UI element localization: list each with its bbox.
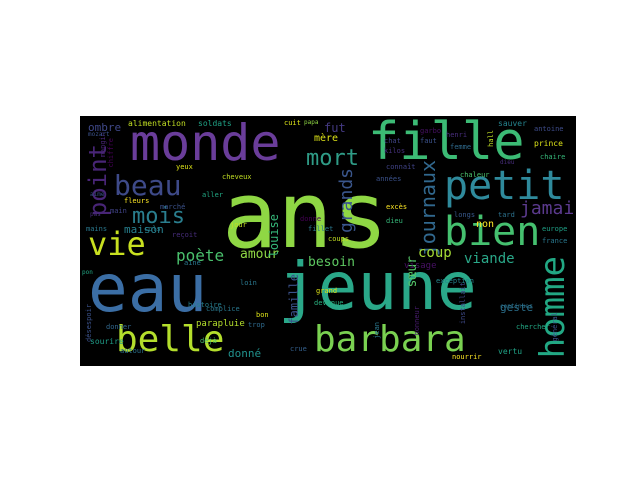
word-honneur: honneur [413, 306, 421, 336]
word-visage: visage [404, 261, 437, 271]
word-cheveux: cheveux [222, 173, 252, 181]
word-mort: mort [306, 146, 359, 171]
word-continuer: continuer [500, 303, 533, 310]
word-donne: donné [228, 347, 262, 360]
word-vertu: vertu [498, 347, 523, 356]
word-complice: complice [206, 305, 240, 313]
word-france: france [542, 237, 568, 245]
word-main: main [110, 207, 127, 215]
word-chaire: chaire [540, 153, 566, 161]
word-autour: autour [120, 347, 146, 355]
word-prince: prince [534, 139, 563, 148]
word-cuit: cuit [284, 119, 301, 127]
word-devenue: devenue [314, 299, 344, 307]
word-pas: pas [90, 211, 101, 218]
word-alimentation: alimentation [128, 119, 186, 128]
word-homme: homme [533, 256, 573, 359]
word-deja: déjà [200, 337, 217, 345]
word-europe: europe [542, 225, 568, 233]
word-annees: années [376, 175, 402, 183]
word-louise: louise [267, 214, 281, 258]
word-chaleur: chaleur [460, 171, 490, 179]
word-longs: longs [454, 211, 476, 219]
word-donne2: donne [300, 215, 322, 223]
word-jean: jean [373, 322, 381, 339]
word-antoine: antoine [534, 125, 564, 133]
word-jour: jour [230, 221, 247, 229]
word-beau: beau [114, 169, 182, 202]
word-exception: exception [436, 277, 474, 285]
word-sauver: sauver [498, 119, 527, 128]
word-sourire: sourire [90, 337, 124, 346]
word-coups: coups [328, 235, 350, 243]
word-kilos: kilos [384, 147, 406, 155]
word-chiffre: chiffre [107, 138, 115, 168]
word-femme: femme [450, 143, 472, 151]
word-bon: bon [256, 311, 269, 319]
word-marche: marché [160, 203, 186, 211]
word-pon: pon [82, 269, 93, 276]
word-tard: tard [498, 211, 515, 219]
word-grands: grands [336, 168, 357, 234]
word-mains: mains [86, 225, 108, 233]
word-chat: chat [384, 137, 401, 145]
word-hall: hall [487, 130, 495, 147]
word-dieu2: dieu [500, 159, 515, 166]
word-nourrir: nourrir [452, 353, 482, 361]
word-trop: trop [248, 321, 265, 329]
word-crue: crue [290, 345, 307, 353]
word-non: non [476, 219, 495, 230]
word-loin: loin [240, 279, 257, 287]
word-aller: aller [202, 191, 224, 199]
word-exces: excès [386, 203, 408, 211]
word-parapluie: parapluie [196, 319, 245, 329]
word-yeux: yeux [176, 163, 193, 171]
word-mere: mère [314, 133, 339, 144]
word-aime: aime [90, 191, 105, 198]
word-viande: viande [464, 251, 515, 267]
word-cols: cols [144, 225, 161, 233]
word-grand: grand [316, 287, 338, 295]
word-donner: donner [106, 323, 132, 331]
word-connait: connaît [386, 163, 416, 171]
word-chercher: chercher [516, 323, 550, 331]
word-fillet: fillet [308, 225, 334, 233]
word-aine: aîné [184, 259, 201, 267]
word-dieu: dieu [386, 217, 403, 225]
word-desespoir: désespoir [85, 304, 93, 342]
word-henri: henri [446, 131, 468, 139]
word-cloud: ans eau jeune monde fille petit bien bar… [80, 116, 576, 366]
word-garbo: garbo [420, 127, 442, 135]
word-besoin: besoin [308, 255, 355, 270]
word-recoit: reçoit [172, 231, 198, 239]
word-journaux: journaux [416, 160, 440, 257]
word-coup: coup [418, 245, 452, 261]
word-fleurs: fleurs [124, 197, 150, 205]
word-general: général [551, 312, 559, 342]
word-papa: papa [304, 119, 319, 126]
word-famille: famille [287, 274, 301, 325]
word-installait: installait [459, 282, 467, 325]
word-mozart: mozart [88, 131, 110, 138]
word-soldats: soldats [198, 119, 232, 128]
word-barbara: barbara [314, 319, 466, 360]
word-jamais: jamais [520, 198, 576, 219]
word-faut: faut [420, 137, 437, 145]
